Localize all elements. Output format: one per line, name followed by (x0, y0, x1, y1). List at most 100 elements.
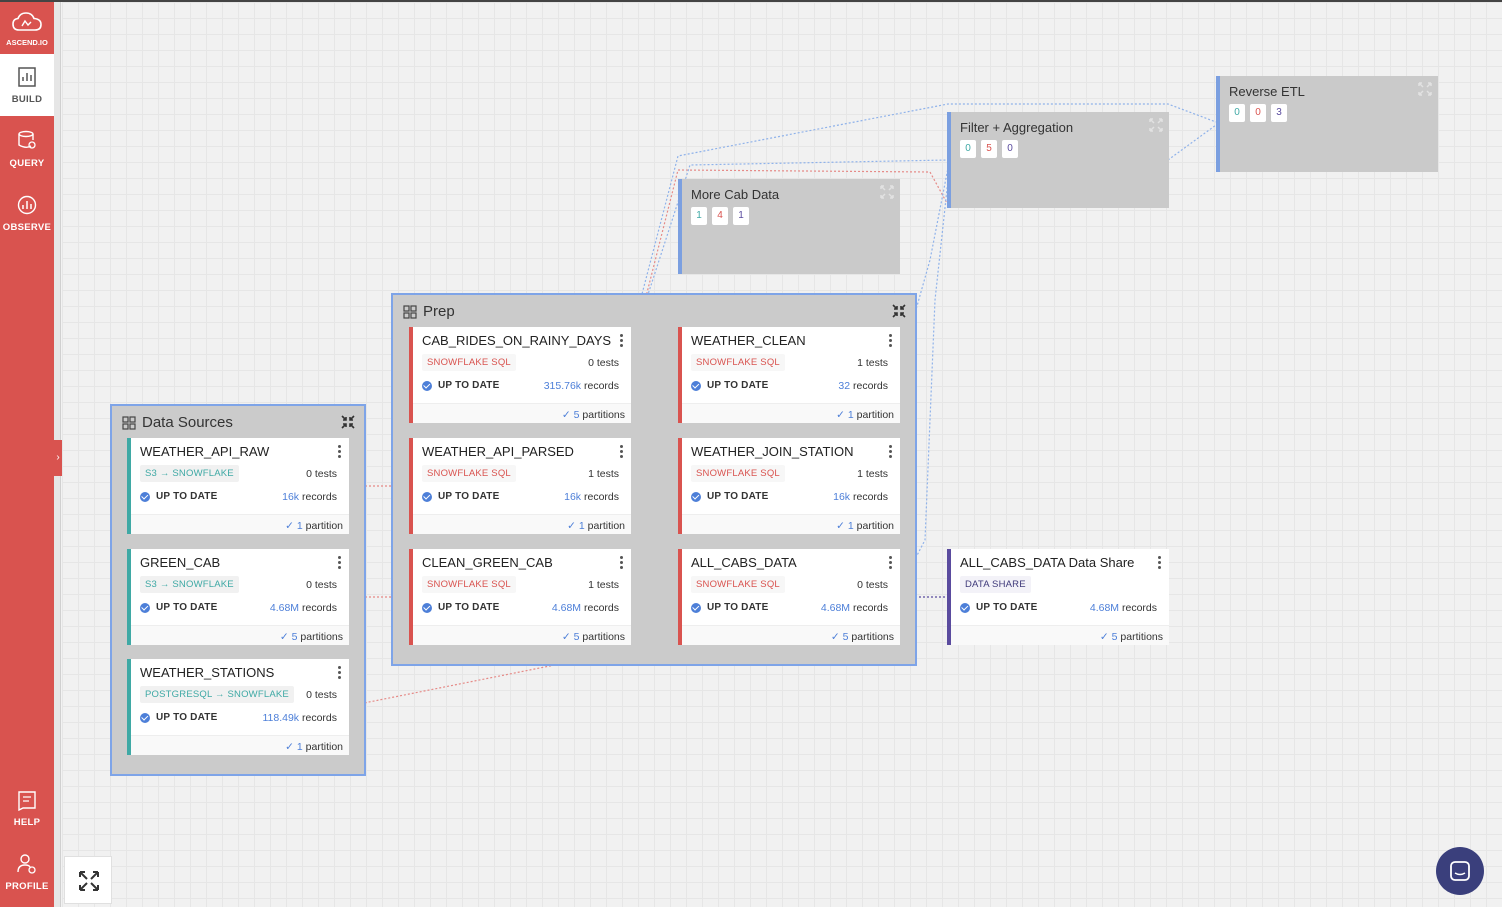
partitions: ✓ 5 partitions (280, 631, 343, 643)
records-count: 32 (838, 380, 851, 392)
component-green-cab[interactable]: GREEN_CAB S3 → SNOWFLAKE 0 tests UP TO D… (127, 549, 349, 645)
cloud-logo-icon (12, 12, 42, 31)
expand-icon[interactable] (880, 185, 894, 199)
partitions-label: partitions (1120, 631, 1163, 643)
kebab-menu-icon[interactable] (620, 334, 624, 348)
partitions-label: partition (856, 520, 894, 532)
sidebar-item-label: OBSERVE (2, 222, 52, 233)
check-icon: ✓ (285, 741, 294, 753)
kebab-menu-icon[interactable] (889, 334, 893, 348)
kebab-menu-icon[interactable] (338, 666, 342, 680)
component-type: DATA SHARE (960, 576, 1031, 593)
partitions: ✓ 1 partition (285, 741, 343, 753)
partitions: ✓ 5 partitions (831, 631, 894, 643)
subflow-more-cab-data[interactable]: More Cab Data 1 4 1 (678, 179, 900, 274)
check-circle-icon (140, 712, 150, 723)
component-all-cabs-data-share[interactable]: ALL_CABS_DATA Data Share DATA SHARE UP T… (947, 549, 1169, 645)
check-circle-icon (422, 602, 432, 613)
tests-count: 0 tests (588, 357, 619, 369)
partitions: ✓ 5 partitions (562, 631, 625, 643)
partitions: ✓ 5 partitions (562, 409, 625, 421)
check-circle-icon (140, 491, 150, 502)
component-weather-api-parsed[interactable]: WEATHER_API_PARSED SNOWFLAKE SQL 1 tests… (409, 438, 631, 534)
status-text: UP TO DATE (438, 602, 500, 613)
component-type: SNOWFLAKE SQL (691, 465, 785, 482)
component-name: WEATHER_JOIN_STATION (691, 444, 854, 459)
sidebar-item-profile[interactable]: PROFILE (0, 841, 54, 903)
check-icon: ✓ (285, 520, 294, 532)
build-icon (18, 67, 36, 87)
collapse-icon[interactable] (891, 303, 907, 319)
component-type: SNOWFLAKE SQL (422, 465, 516, 482)
records: 16k records (564, 491, 619, 503)
component-name: CAB_RIDES_ON_RAINY_DAYS (422, 333, 612, 348)
chat-launcher-button[interactable] (1436, 847, 1484, 895)
kebab-menu-icon[interactable] (338, 556, 342, 570)
group-header: Data Sources (122, 414, 233, 431)
status: UP TO DATE (422, 380, 499, 391)
status: UP TO DATE (422, 602, 499, 613)
ascend-logo[interactable]: ASCEND.IO (0, 2, 54, 54)
expand-icon[interactable] (1418, 82, 1432, 96)
partitions: ✓ 1 partition (285, 520, 343, 532)
component-weather-api-raw[interactable]: WEATHER_API_RAW S3 → SNOWFLAKE 0 tests U… (127, 438, 349, 534)
status: UP TO DATE (422, 491, 499, 502)
sidebar-item-build[interactable]: BUILD (0, 54, 54, 116)
sidebar-item-query[interactable]: QUERY (0, 118, 54, 180)
partitions: ✓ 5 partitions (1100, 631, 1163, 643)
partitions-label: partitions (582, 409, 625, 421)
subflow-filter-aggregation[interactable]: Filter + Aggregation 0 5 0 (947, 112, 1169, 208)
kebab-menu-icon[interactable] (1158, 556, 1162, 570)
kebab-menu-icon[interactable] (889, 556, 893, 570)
component-weather-stations[interactable]: WEATHER_STATIONS POSTGRESQL → SNOWFLAKE … (127, 659, 349, 755)
check-circle-icon (140, 602, 150, 613)
subflow-counts: 0 0 3 (1229, 104, 1287, 122)
sidebar: ASCEND.IO BUILD QUERY OBSERVE HELP PROFI… (0, 2, 54, 907)
sidebar-item-help[interactable]: HELP (0, 777, 54, 839)
component-name: WEATHER_CLEAN (691, 333, 806, 348)
tests-count: 0 tests (857, 579, 888, 591)
kebab-menu-icon[interactable] (889, 445, 893, 459)
records: 118.49k records (262, 712, 337, 724)
kebab-menu-icon[interactable] (338, 445, 342, 459)
component-clean-green-cab[interactable]: CLEAN_GREEN_CAB SNOWFLAKE SQL 1 tests UP… (409, 549, 631, 645)
kebab-menu-icon[interactable] (620, 445, 624, 459)
collapse-icon[interactable] (340, 414, 356, 430)
logo-label: ASCEND.IO (6, 38, 48, 47)
component-weather-clean[interactable]: WEATHER_CLEAN SNOWFLAKE SQL 1 tests UP T… (678, 327, 900, 423)
records-label: records (583, 380, 619, 392)
expand-icon[interactable] (1149, 118, 1163, 132)
expand-arrows-icon (79, 871, 99, 891)
status-text: UP TO DATE (707, 380, 769, 391)
status: UP TO DATE (691, 491, 768, 502)
count-badge: 4 (712, 207, 728, 225)
sidebar-item-label: HELP (13, 817, 41, 828)
component-name: GREEN_CAB (140, 555, 221, 570)
tests-count: 0 tests (306, 579, 337, 591)
sidebar-item-observe[interactable]: OBSERVE (0, 182, 54, 244)
component-cab-rides-on-rainy-days[interactable]: CAB_RIDES_ON_RAINY_DAYS SNOWFLAKE SQL 0 … (409, 327, 631, 423)
kebab-menu-icon[interactable] (620, 556, 624, 570)
component-all-cabs-data[interactable]: ALL_CABS_DATA SNOWFLAKE SQL 0 tests UP T… (678, 549, 900, 645)
component-name: WEATHER_API_RAW (140, 444, 270, 459)
fit-to-screen-button[interactable] (64, 856, 112, 904)
partitions: ✓ 1 partition (836, 520, 894, 532)
status: UP TO DATE (140, 712, 217, 723)
subflow-reverse-etl[interactable]: Reverse ETL 0 0 3 (1216, 76, 1438, 172)
component-type: SNOWFLAKE SQL (422, 354, 516, 371)
partitions-count: 5 (573, 409, 580, 421)
records-count: 4.68M (269, 602, 300, 614)
status: UP TO DATE (960, 602, 1037, 613)
partitions-count: 1 (296, 520, 303, 532)
partitions-count: 1 (847, 520, 854, 532)
component-weather-join-station[interactable]: WEATHER_JOIN_STATION SNOWFLAKE SQL 1 tes… (678, 438, 900, 534)
records: 16k records (833, 491, 888, 503)
collapse-panel-tab[interactable]: › (54, 440, 62, 476)
check-circle-icon (422, 491, 432, 502)
count-badge: 3 (1271, 104, 1287, 122)
subflow-title: More Cab Data (691, 187, 780, 202)
status: UP TO DATE (691, 380, 768, 391)
tests-count: 0 tests (306, 468, 337, 480)
records-label: records (301, 712, 337, 724)
records-count: 4.68M (551, 602, 582, 614)
